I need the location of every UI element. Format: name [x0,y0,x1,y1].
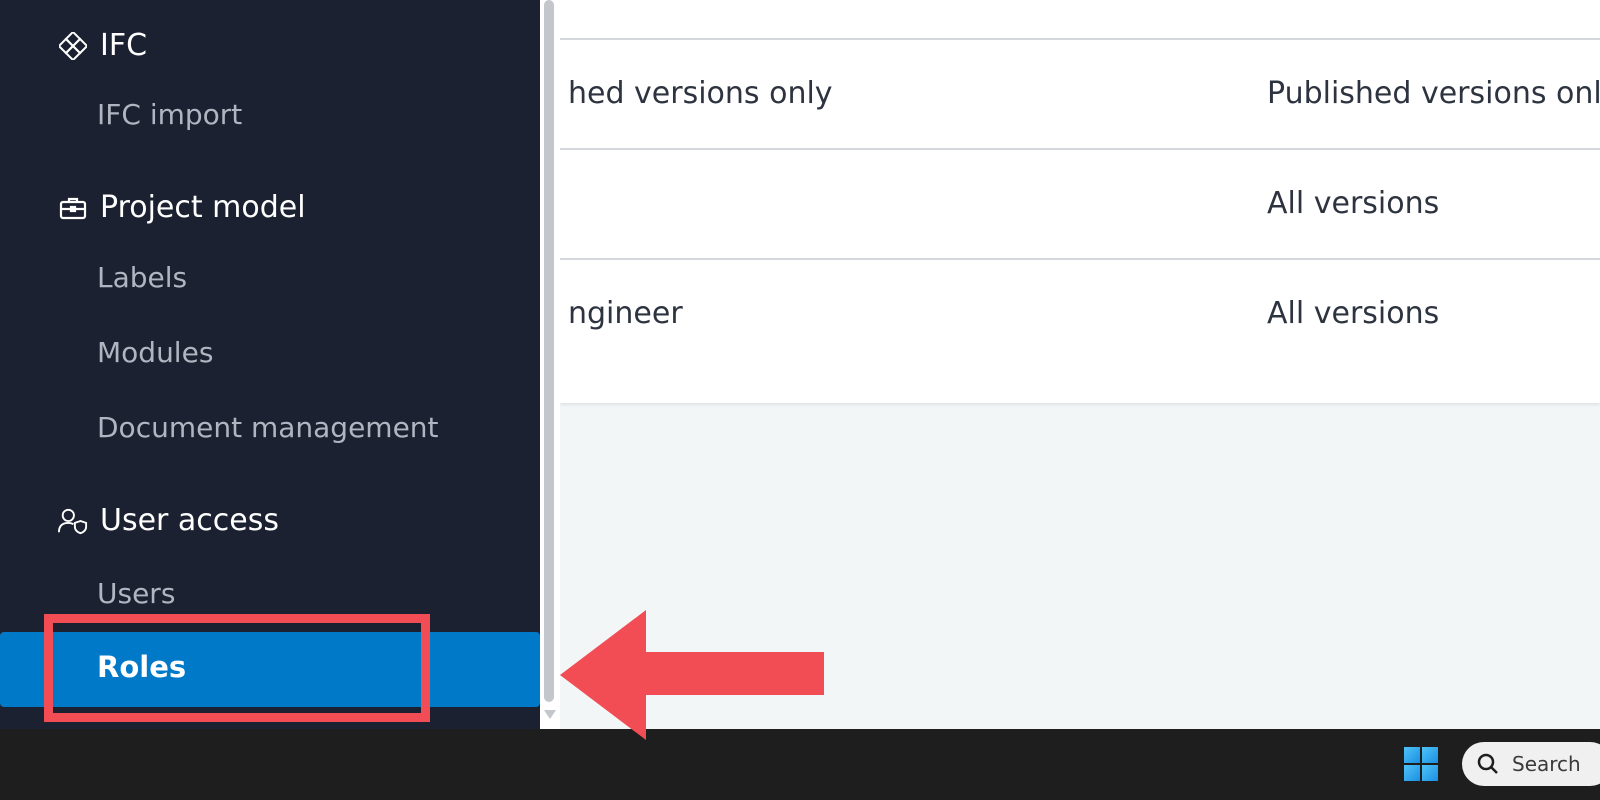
sidebar-item-labels[interactable]: Labels [97,261,187,294]
sidebar-section-project-model[interactable]: Project model [58,190,306,225]
row-divider [560,38,1600,40]
scrollbar-thumb[interactable] [544,0,554,702]
search-icon [1476,752,1500,776]
sidebar-item-document-management[interactable]: Document management [97,411,439,444]
sidebar-item-ifc-import[interactable]: IFC import [97,98,242,131]
sidebar-item-users[interactable]: Users [97,577,175,610]
sidebar-section-title: Project model [100,190,306,225]
sidebar-section-user-access[interactable]: User access [58,503,279,538]
user-shield-icon [58,506,88,536]
windows-start-icon[interactable] [1404,747,1438,781]
briefcase-icon [58,193,88,223]
highlight-box [44,614,430,722]
taskbar-search[interactable]: Search [1462,742,1600,786]
row-divider [560,148,1600,150]
roles-table: hed versions only Published versions onl… [560,0,1600,403]
table-cell: All versions [1267,296,1440,331]
table-cell: All versions [1267,186,1440,221]
sidebar-scrollbar[interactable] [540,0,560,729]
sidebar-section-ifc[interactable]: IFC [58,28,147,63]
pointer-arrow [560,610,824,740]
sidebar-section-title: User access [100,503,280,538]
ifc-icon [58,31,88,61]
table-cell: Published versions only [1267,76,1600,111]
search-placeholder: Search [1512,752,1581,776]
sidebar-section-title: IFC [100,28,148,63]
table-cell: hed versions only [568,76,833,111]
row-divider [560,258,1600,260]
sidebar-item-modules[interactable]: Modules [97,336,213,369]
table-cell: ngineer [568,296,683,331]
scroll-down-arrow-icon[interactable] [544,710,556,719]
